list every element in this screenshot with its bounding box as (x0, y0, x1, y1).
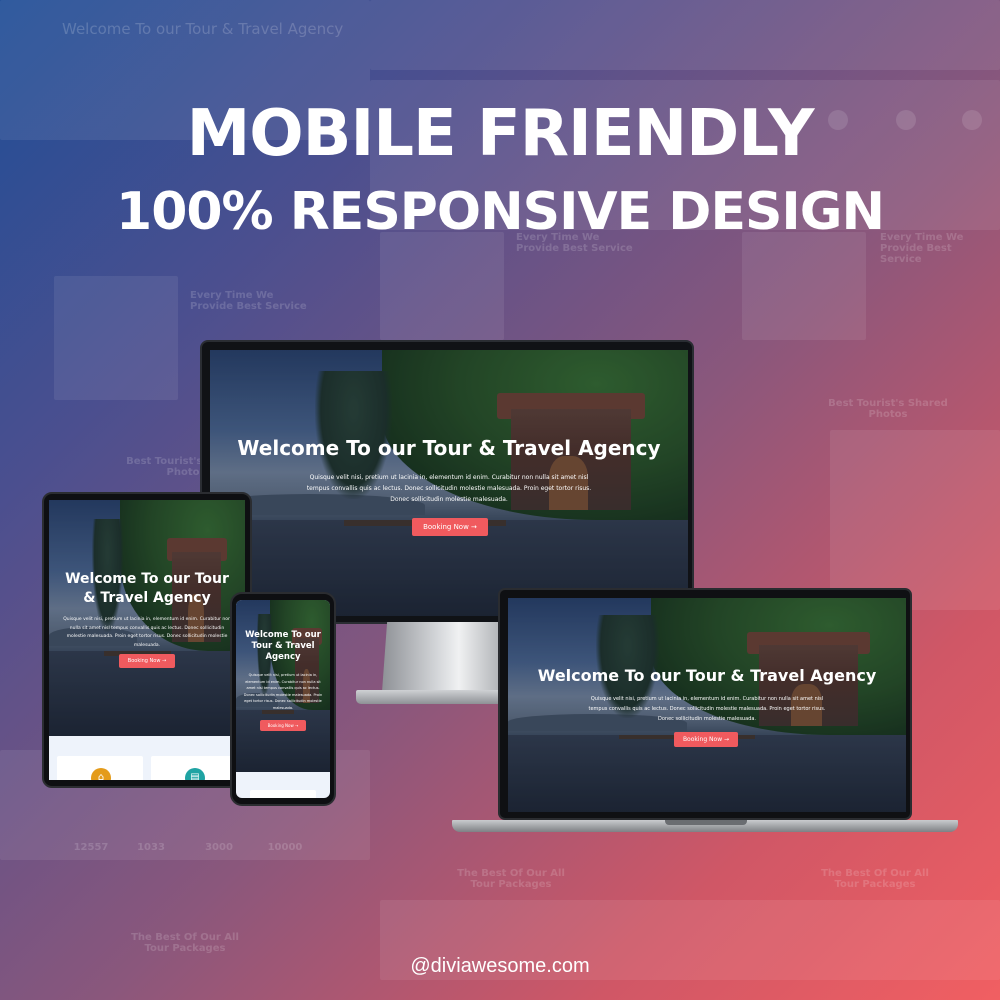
ghost-top-title: Welcome To our Tour & Travel Agency (62, 20, 344, 38)
tablet-hero: Welcome To our Tour & Travel Agency Quis… (49, 500, 245, 736)
desktop-hero-title: Welcome To our Tour & Travel Agency (237, 436, 661, 460)
smartphone: Welcome To our Tour & Travel Agency Quis… (230, 592, 336, 806)
ghost-packages-right: The Best Of Our All Tour Packages (821, 868, 929, 890)
tablet-hero-text: Quisque velit nisi, pretium ut lacinia i… (63, 617, 231, 648)
tablet-hero-title: Welcome To our Tour & Travel Agency (65, 571, 229, 606)
ghost-packages-left: The Best Of Our All Tour Packages (131, 932, 239, 954)
desktop-hero-text: Quisque velit nisi, pretium ut lacinia i… (306, 474, 592, 503)
desktop-screen: Welcome To our Tour & Travel Agency Quis… (210, 350, 688, 616)
tablet: Welcome To our Tour & Travel Agency Quis… (42, 492, 252, 788)
headline: MOBILE FRIENDLY (186, 97, 815, 171)
phone-service-card (250, 790, 316, 798)
tablet-service-card-1: ⌂ (57, 756, 143, 780)
laptop-screen: Welcome To our Tour & Travel Agency Quis… (508, 598, 906, 812)
ghost-photos-heading: Best Tourist's Shared Photos (828, 398, 948, 420)
footer-handle: @diviawesome.com (410, 955, 590, 977)
ghost-stat-4: 10000 (267, 842, 303, 853)
ghost-image-center (380, 232, 504, 340)
phone-hero-title: Welcome To our Tour & Travel Agency (245, 630, 321, 662)
tablet-service-card-2: ▤ (151, 756, 237, 780)
laptop-hero-title: Welcome To our Tour & Travel Agency (537, 666, 877, 685)
laptop: Welcome To our Tour & Travel Agency Quis… (498, 588, 912, 820)
home-icon: ⌂ (91, 768, 111, 780)
tablet-screen: Welcome To our Tour & Travel Agency Quis… (49, 500, 245, 780)
subline: 100% RESPONSIVE DESIGN (116, 182, 885, 242)
ghost-header-bar (370, 0, 1000, 70)
ghost-left-heading: Every Time We Provide Best Service (190, 290, 307, 312)
phone-hero-text: Quisque velit nisi, pretium ut lacinia i… (243, 673, 323, 710)
laptop-notch (665, 820, 747, 825)
desktop-booking-button[interactable]: Booking Now → (412, 518, 488, 536)
ghost-image-left (54, 276, 178, 400)
ghost-stat-1: 12557 (73, 842, 109, 853)
smartphone-screen: Welcome To our Tour & Travel Agency Quis… (236, 600, 330, 798)
laptop-booking-button[interactable]: Booking Now → (674, 732, 738, 747)
phone-hero: Welcome To our Tour & Travel Agency Quis… (236, 600, 330, 772)
tablet-booking-button[interactable]: Booking Now → (119, 654, 175, 668)
laptop-hero-text: Quisque velit nisi, pretium ut lacinia i… (588, 696, 826, 722)
desktop-monitor: Welcome To our Tour & Travel Agency Quis… (200, 340, 694, 624)
document-icon: ▤ (185, 768, 205, 780)
ghost-stat-2: 1033 (137, 842, 165, 853)
ghost-image-right (742, 232, 866, 340)
phone-booking-button[interactable]: Booking Now → (260, 720, 306, 731)
ghost-photo-grid (830, 430, 1000, 610)
monitor-stand-neck (382, 622, 510, 692)
ghost-stat-3: 3000 (205, 842, 233, 853)
ghost-packages-center: The Best Of Our All Tour Packages (457, 868, 565, 890)
